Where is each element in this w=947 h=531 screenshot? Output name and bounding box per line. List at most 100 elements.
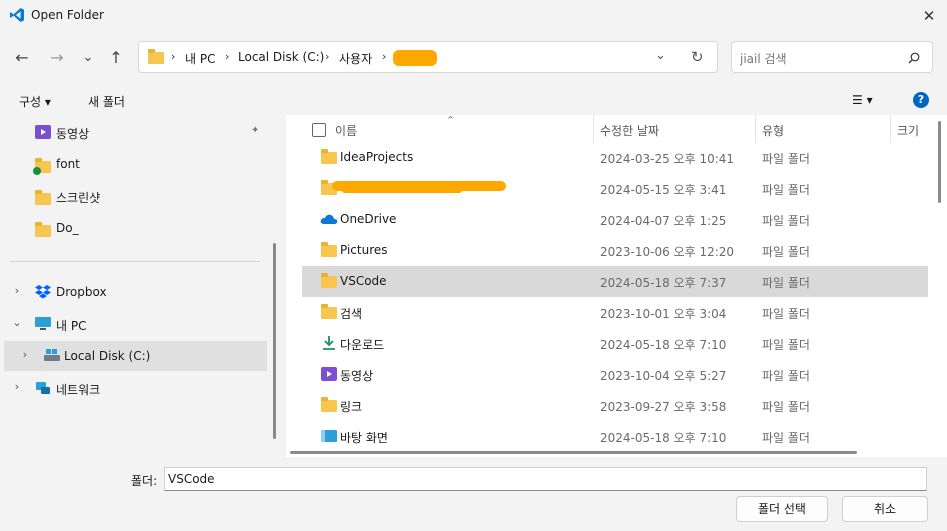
sidebar-item-this-pc[interactable]: ⌄ 내 PC	[0, 309, 268, 339]
search-input[interactable]: jiail 검색	[740, 50, 787, 67]
organize-button[interactable]: 구성 ▾	[19, 93, 51, 110]
column-divider[interactable]	[755, 115, 756, 143]
up-button[interactable]: ↑	[104, 46, 128, 70]
file-type: 파일 폴더	[762, 338, 810, 352]
address-bar[interactable]: › 내 PC › Local Disk (C:) › 사용자 › ⌄ ↻	[138, 41, 718, 73]
sidebar-item-local-disk[interactable]: › Local Disk (C:)	[4, 341, 267, 371]
pc-icon	[35, 317, 51, 330]
sidebar-item-screenshots[interactable]: 스크린샷	[0, 181, 268, 211]
file-name: IdeaProjects	[340, 150, 414, 164]
chevron-right-icon[interactable]: ›	[10, 284, 24, 297]
file-name: 다운로드	[340, 338, 385, 352]
video-icon	[321, 367, 337, 381]
recent-locations-button[interactable]: ⌄	[76, 46, 100, 70]
list-item[interactable]: 링크 2023-09-27 오후 3:58 파일 폴더	[302, 390, 928, 421]
list-item[interactable]: 동영상 2023-10-04 오후 5:27 파일 폴더	[302, 359, 928, 390]
file-date: 2024-05-18 오후 7:37	[600, 276, 727, 290]
close-button[interactable]: ✕	[918, 5, 940, 27]
divider	[10, 261, 260, 262]
column-header-type[interactable]: 유형	[762, 122, 784, 139]
folder-icon	[321, 149, 337, 164]
folder-name-value: VSCode	[168, 472, 215, 486]
desktop-icon	[321, 430, 337, 442]
list-item[interactable]: 검색 2023-10-01 오후 3:04 파일 폴더	[302, 297, 928, 328]
sidebar-item-font[interactable]: font	[0, 149, 268, 179]
folder-name-input[interactable]: VSCode	[164, 467, 927, 491]
drive-icon	[44, 349, 60, 361]
video-icon	[35, 125, 51, 139]
chevron-down-icon[interactable]: ⌄	[655, 48, 666, 63]
sidebar-item-label: Dropbox	[56, 285, 107, 299]
column-header-date[interactable]: 수정한 날짜	[600, 122, 659, 139]
redacted-folder-name	[342, 188, 462, 193]
title-bar: Open Folder ✕	[0, 0, 947, 32]
breadcrumb-separator: ›	[325, 50, 330, 63]
list-item[interactable]: 다운로드 2024-05-18 오후 7:10 파일 폴더	[302, 328, 928, 359]
file-type: 파일 폴더	[762, 245, 810, 259]
breadcrumb-separator: ›	[225, 50, 230, 63]
list-item[interactable]: 바탕 화면 2024-05-18 오후 7:10 파일 폴더	[302, 421, 928, 452]
file-type: 파일 폴더	[762, 369, 810, 383]
sidebar-item-videos[interactable]: 동영상 ✦	[0, 117, 268, 147]
select-all-checkbox[interactable]	[312, 123, 326, 137]
pin-icon[interactable]: ✦	[251, 125, 259, 136]
file-date: 2024-05-18 오후 7:10	[600, 431, 727, 445]
file-type: 파일 폴더	[762, 214, 810, 228]
chevron-right-icon[interactable]: ›	[10, 380, 24, 393]
folder-icon	[321, 397, 337, 412]
refresh-icon[interactable]: ↻	[691, 48, 704, 66]
sidebar-item-label: font	[56, 157, 80, 171]
breadcrumb-item-users[interactable]: 사용자	[339, 50, 372, 67]
search-icon[interactable]	[908, 52, 920, 64]
sidebar-item-label: 스크린샷	[56, 191, 101, 205]
column-divider[interactable]	[890, 115, 891, 143]
sidebar-item-dropbox[interactable]: › Dropbox	[0, 277, 268, 307]
column-header-name[interactable]: 이름	[335, 122, 357, 139]
file-name: 링크	[340, 400, 363, 414]
file-date: 2024-05-18 오후 7:10	[600, 338, 727, 352]
column-header-size[interactable]: 크기	[897, 122, 919, 139]
select-folder-button[interactable]: 폴더 선택	[736, 496, 828, 522]
file-name: VSCode	[340, 274, 387, 288]
toolbar: 구성 ▾ 새 폴더 ☰ ▾ ?	[0, 85, 947, 115]
file-date: 2023-10-06 오후 12:20	[600, 245, 735, 259]
folder-icon	[148, 49, 164, 64]
file-date: 2023-10-01 오후 3:04	[600, 307, 727, 321]
sidebar-scrollbar[interactable]	[273, 243, 276, 439]
forward-button[interactable]: →	[45, 46, 69, 70]
sidebar-item-do[interactable]: Do_	[0, 213, 268, 243]
horizontal-scrollbar[interactable]	[290, 451, 857, 454]
file-name: 동영상	[340, 369, 374, 383]
list-item-selected[interactable]: VSCode 2024-05-18 오후 7:37 파일 폴더	[302, 266, 928, 297]
new-folder-button[interactable]: 새 폴더	[88, 93, 125, 110]
list-item[interactable]: 2024-05-15 오후 3:41 파일 폴더	[302, 173, 928, 204]
file-date: 2024-05-15 오후 3:41	[600, 183, 727, 197]
list-item[interactable]: OneDrive 2024-04-07 오후 1:25 파일 폴더	[302, 204, 928, 235]
back-button[interactable]: ←	[10, 46, 34, 70]
file-date: 2024-03-25 오후 10:41	[600, 152, 735, 166]
folder-icon	[321, 273, 337, 288]
folder-icon	[321, 304, 337, 319]
sort-ascending-icon: ⌃	[446, 115, 456, 127]
breadcrumb-item-pc[interactable]: 내 PC	[185, 50, 215, 67]
breadcrumb-separator: ›	[382, 50, 387, 63]
chevron-down-icon[interactable]: ⌄	[10, 316, 24, 329]
sidebar-item-network[interactable]: › 네트워크	[0, 373, 268, 403]
file-type: 파일 폴더	[762, 307, 810, 321]
breadcrumb-separator: ›	[171, 50, 176, 63]
file-name: 바탕 화면	[340, 431, 388, 445]
view-options-button[interactable]: ☰ ▾	[852, 93, 873, 107]
column-divider[interactable]	[593, 115, 594, 143]
file-type: 파일 폴더	[762, 276, 810, 290]
file-type: 파일 폴더	[762, 152, 810, 166]
breadcrumb-item-local-disk[interactable]: Local Disk (C:)	[238, 50, 324, 64]
chevron-right-icon[interactable]: ›	[18, 348, 32, 361]
file-name: Pictures	[340, 243, 388, 257]
list-item[interactable]: Pictures 2023-10-06 오후 12:20 파일 폴더	[302, 235, 928, 266]
search-box[interactable]: jiail 검색	[731, 41, 933, 73]
help-icon[interactable]: ?	[913, 92, 929, 108]
file-list-scrollbar[interactable]	[938, 121, 941, 203]
cancel-button[interactable]: 취소	[842, 496, 928, 522]
list-item[interactable]: IdeaProjects 2024-03-25 오후 10:41 파일 폴더	[302, 142, 928, 173]
folder-icon	[35, 190, 51, 205]
